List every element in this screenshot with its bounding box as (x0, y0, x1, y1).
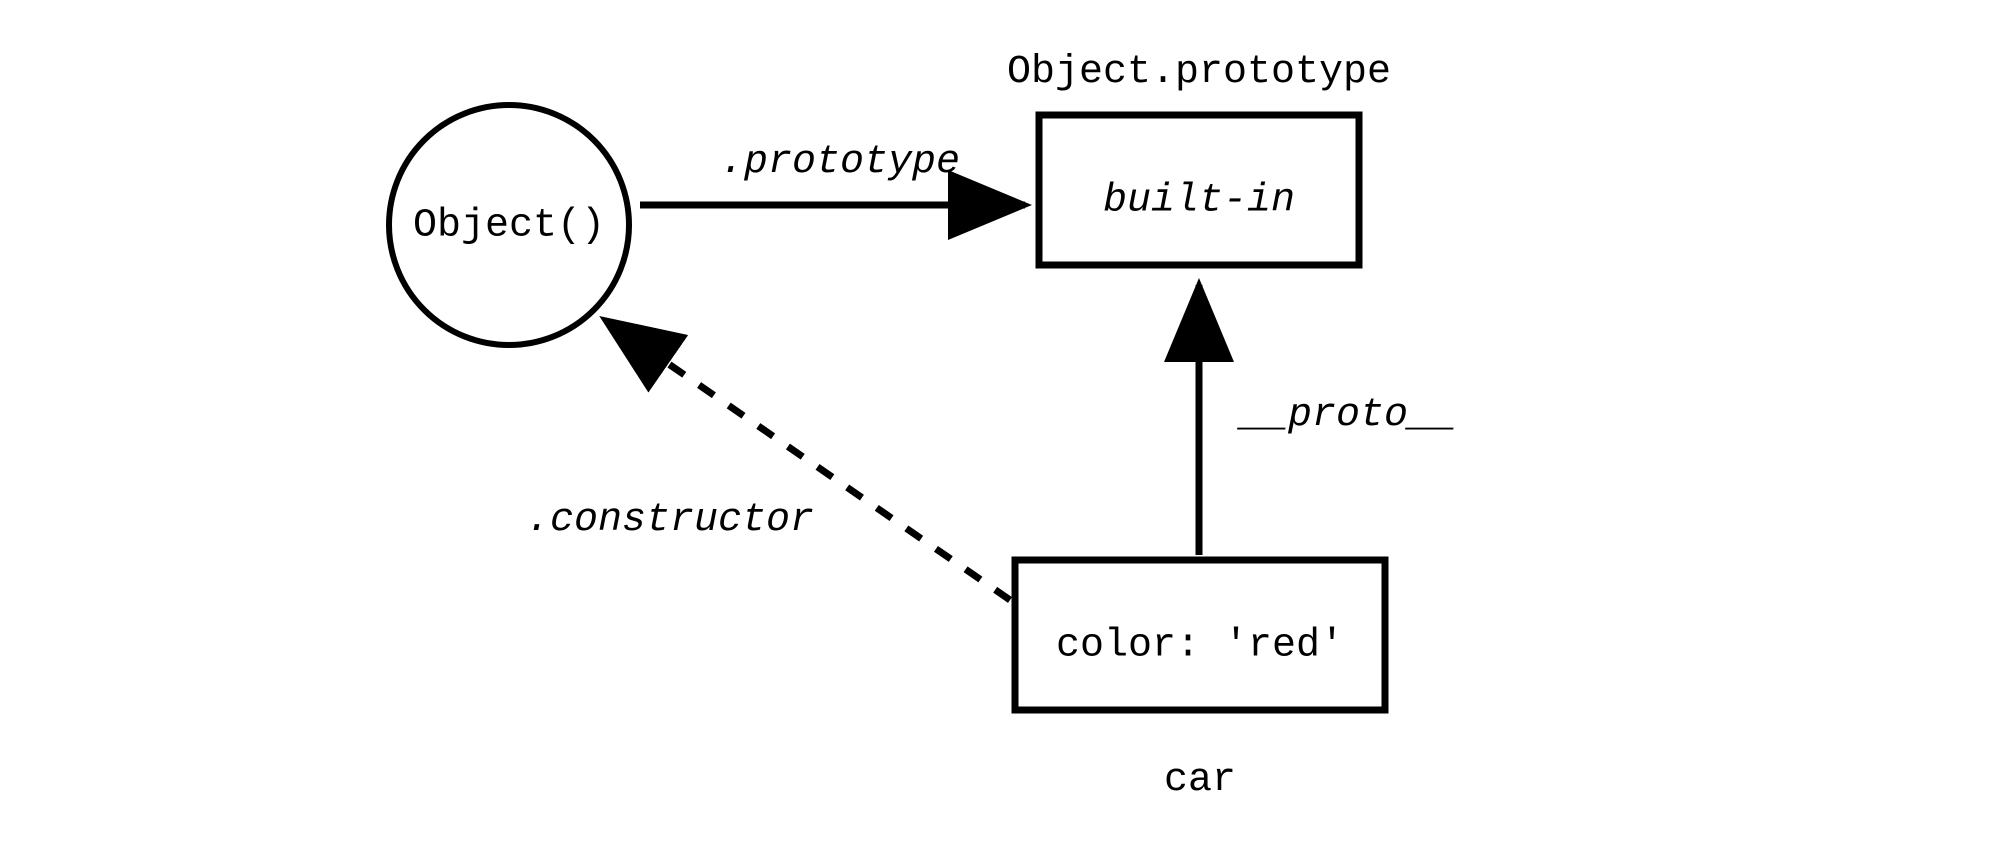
car-content: color: 'red' (1056, 624, 1344, 669)
prototype-edge: .prototype (640, 140, 1025, 205)
object-prototype-content: built-in (1103, 179, 1295, 224)
proto-edge-label: __proto__ (1237, 393, 1456, 438)
prototype-chain-diagram: Object() Object.prototype built-in color… (0, 0, 2000, 858)
object-fn-label: Object() (413, 204, 605, 249)
object-prototype-node: Object.prototype built-in (1007, 50, 1391, 265)
constructor-edge: .constructor (526, 320, 1010, 600)
object-fn-node: Object() (389, 105, 629, 345)
car-title: car (1164, 758, 1236, 803)
proto-edge: __proto__ (1199, 285, 1456, 555)
constructor-edge-label: .constructor (526, 498, 814, 543)
object-prototype-title: Object.prototype (1007, 50, 1391, 95)
car-node: color: 'red' car (1015, 560, 1385, 803)
prototype-edge-label: .prototype (720, 140, 960, 185)
